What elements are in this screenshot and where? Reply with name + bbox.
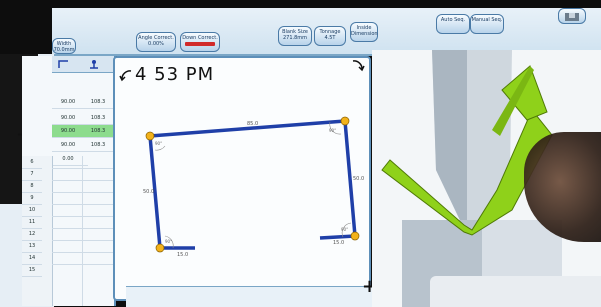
angle-correction-value: 0.00%: [148, 41, 164, 47]
angle-label: 90°: [165, 239, 172, 244]
bend-point[interactable]: [350, 231, 360, 241]
grid-divider: [52, 228, 114, 229]
bend-point[interactable]: [145, 131, 155, 141]
top-toolbar: Width 70.0mm Angle Correct. 0.00% Down C…: [52, 8, 601, 56]
angle-icon: [58, 60, 68, 68]
angle-cell: 90.00: [60, 142, 76, 148]
table-row-selected[interactable]: 90.00 108.3: [52, 125, 114, 138]
grid-divider: [82, 156, 83, 306]
dim-bottom-left: 15.0: [177, 252, 188, 258]
angle-cell: 90.00: [60, 115, 76, 121]
tonnage-button[interactable]: Tonnage 4.5T: [314, 26, 346, 46]
blank-size-button[interactable]: Blank Size 271.8mm: [278, 26, 312, 46]
part-outline: [148, 119, 357, 250]
down-correction-label: Down Correct.: [182, 35, 218, 41]
table-row[interactable]: 90.00 108.3: [52, 139, 114, 152]
table-row[interactable]: 90.00 108.3: [52, 96, 114, 109]
length-icon: [90, 60, 98, 69]
manual-seq-button[interactable]: Manual Seq.: [470, 14, 504, 34]
angle-correction-button[interactable]: Angle Correct. 0.00%: [136, 32, 176, 52]
table-header: [52, 56, 114, 73]
grid-divider: [52, 204, 114, 205]
auto-seq-label: Auto Seq.: [440, 17, 466, 23]
angle-arc: [154, 145, 166, 151]
table-row[interactable]: 90.00 108.3: [52, 112, 114, 125]
length-cell: 108.3: [90, 128, 106, 134]
bent-part-profile: 85.0 50.0 50.0 15.0 15.0 90° 90° 90° 90°: [143, 116, 364, 258]
manual-seq-label: Manual Seq.: [471, 17, 503, 23]
grid-divider: [52, 264, 114, 265]
length-cell: 108.3: [90, 99, 106, 105]
width-button[interactable]: Width 70.0mm: [52, 38, 76, 54]
grid-divider: [52, 180, 114, 181]
dim-left: 50.0: [143, 189, 154, 195]
inside-value: Dimension: [351, 31, 378, 37]
dim-top: 85.0: [247, 121, 258, 127]
down-correction-indicator: [185, 42, 215, 46]
drawing-footer: [126, 286, 386, 307]
touchscreen: Width 70.0mm Angle Correct. 0.00% Down C…: [0, 0, 601, 307]
grid-divider: [52, 240, 114, 241]
angle-label: 90°: [341, 227, 348, 232]
width-value: 70.0mm: [53, 47, 75, 53]
grid-divider: [52, 192, 114, 193]
angle-label: 90°: [329, 128, 336, 133]
angle-cell: 90.00: [60, 99, 76, 105]
angle-cell: 90.00: [60, 128, 76, 134]
auto-seq-button[interactable]: Auto Seq.: [436, 14, 470, 34]
table-empty-grid: [52, 156, 114, 306]
row-number: 15: [22, 264, 42, 277]
blank-size-value: 271.8mm: [282, 35, 308, 41]
grid-divider: [52, 252, 114, 253]
down-correction-button[interactable]: Down Correct.: [180, 32, 220, 52]
dim-right: 50.0: [353, 176, 364, 182]
machine-icon-button[interactable]: [558, 8, 586, 24]
length-cell: 108.3: [90, 115, 106, 121]
inside-dimension-button[interactable]: Inside Dimension: [350, 22, 378, 42]
bend-point[interactable]: [155, 243, 165, 253]
grid-divider: [52, 168, 114, 169]
bend-point[interactable]: [340, 116, 350, 126]
part-drawing-panel[interactable]: 4 53 PM 85.0 50.0 50.0 15.0 15.0 90° 90°…: [113, 56, 371, 301]
machine-icon: [565, 13, 579, 21]
tonnage-value: 4.5T: [324, 35, 336, 41]
dim-bottom-right: 15.0: [333, 240, 344, 246]
grid-divider: [52, 216, 114, 217]
foreground-blur: [430, 276, 601, 307]
bend-table: 90.00 108.3 90.00 108.3 90.00 108.3 90.0…: [22, 56, 116, 306]
angle-label: 90°: [155, 141, 162, 146]
length-cell: 108.3: [90, 142, 106, 148]
row-number-column: 6 7 8 9 10 11 12 13 14 15: [22, 156, 53, 306]
